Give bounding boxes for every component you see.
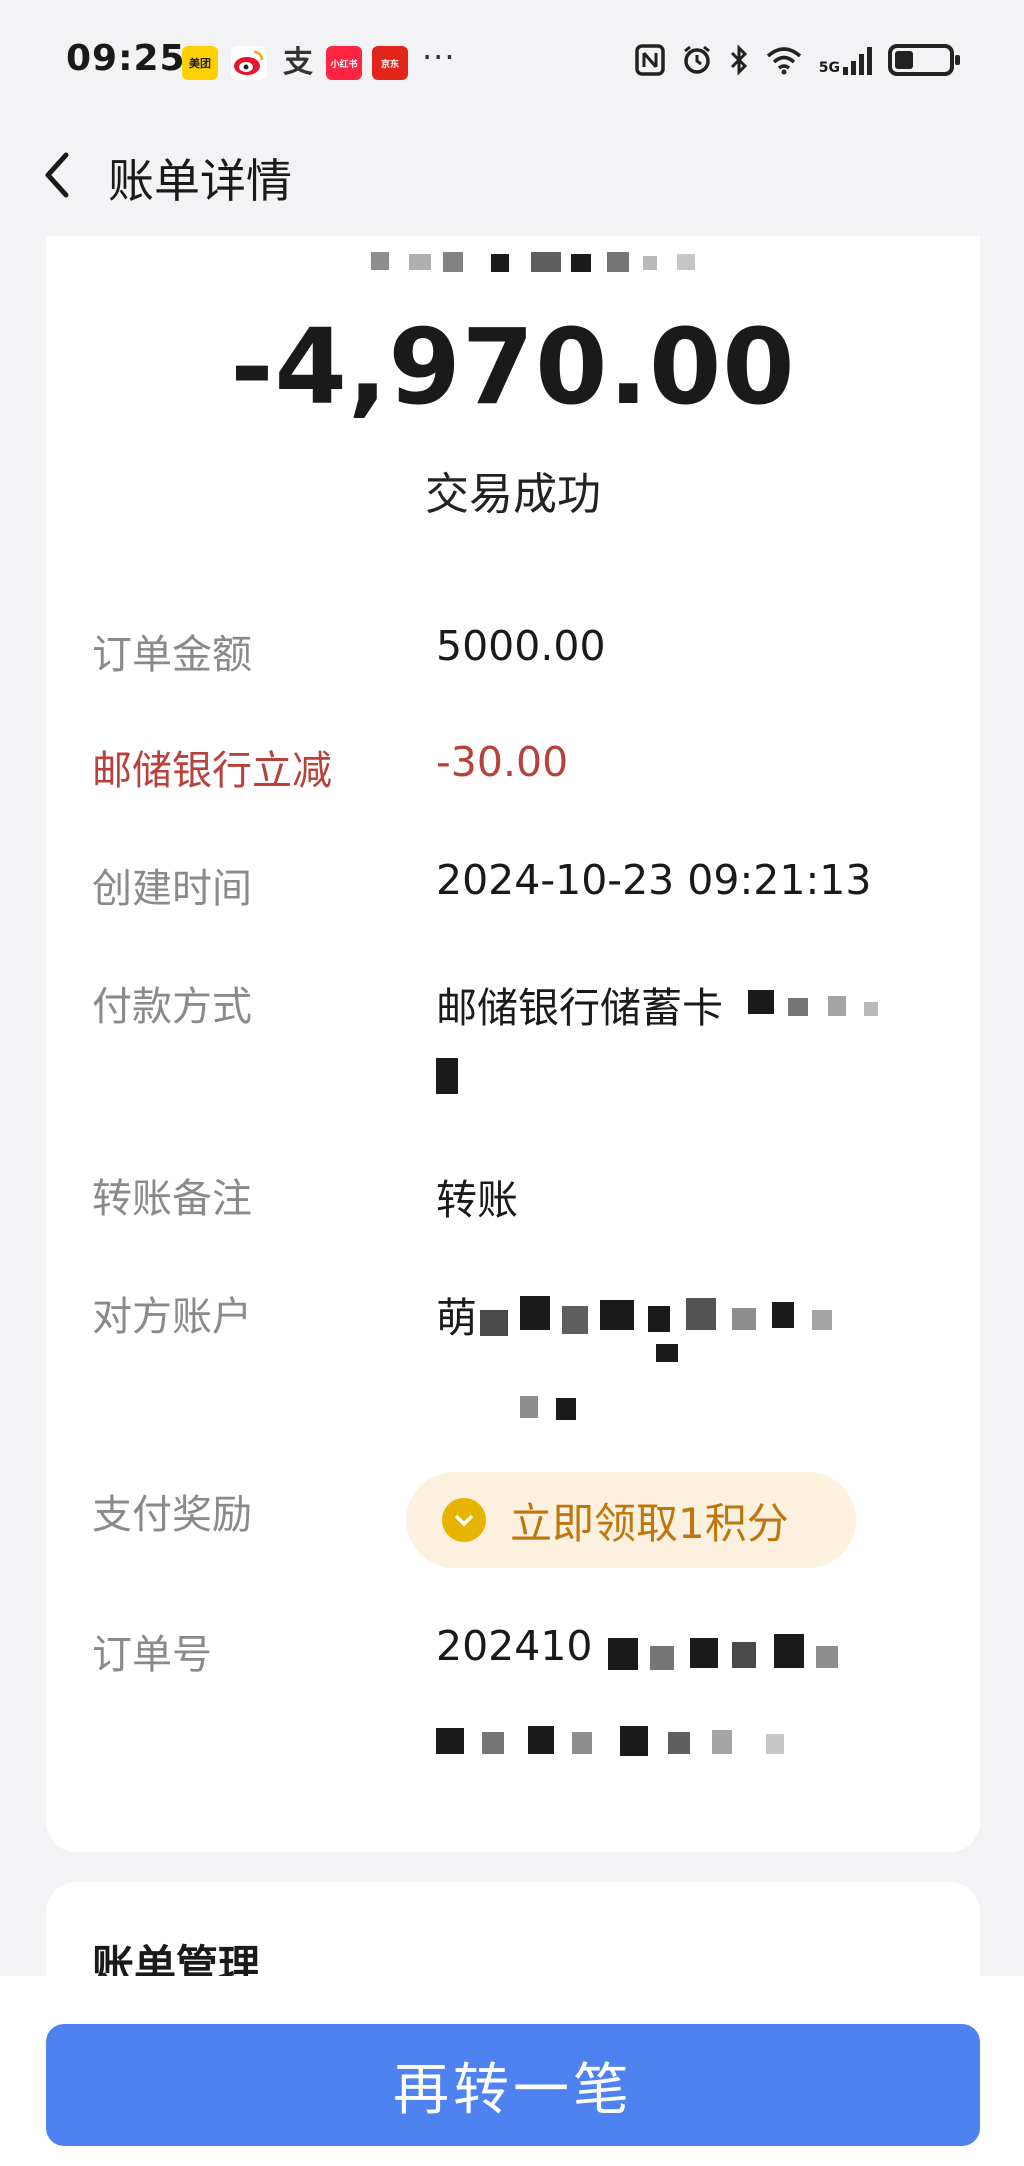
- pixelated-merchant-name: [371, 246, 751, 276]
- transfer-note-value: 转账: [436, 1176, 518, 1224]
- weibo-app-icon: [231, 46, 267, 80]
- bill-detail-page: 09:25 美团 支 小红书 京东 ··· 5G 账单详情 -4,970.00 …: [0, 0, 1024, 2166]
- transaction-amount: -4,970.00: [230, 306, 796, 428]
- battery-icon: [888, 44, 960, 76]
- status-bar: 09:25 美团 支 小红书 京东 ··· 5G: [0, 0, 1024, 125]
- bill-detail-card: -4,970.00 交易成功 订单金额 5000.00 邮储银行立减 -30.0…: [46, 236, 980, 1852]
- bluetooth-icon: [730, 44, 747, 76]
- bottom-action-bar: 再转一笔: [0, 1976, 1024, 2166]
- order-amount-label: 订单金额: [92, 632, 252, 678]
- alarm-icon: [683, 45, 710, 74]
- status-icons: 5G: [635, 44, 960, 76]
- created-time-value: 2024-10-23 09:21:13: [436, 856, 872, 904]
- created-time-label: 创建时间: [92, 866, 252, 912]
- order-number-label: 订单号: [92, 1632, 212, 1678]
- pixelated-counterparty-account: [436, 1286, 976, 1446]
- nav-header: 账单详情: [0, 125, 1024, 225]
- alipay-app-icon: 支: [283, 45, 313, 80]
- repeat-transfer-button[interactable]: 再转一笔: [46, 2024, 980, 2146]
- cellular-signal-icon: 5G: [819, 45, 872, 75]
- network-type: 5G: [818, 60, 840, 76]
- claim-points-button[interactable]: 立即领取1积分: [406, 1472, 856, 1568]
- page-title: 账单详情: [108, 154, 292, 208]
- more-notifications-icon: ···: [422, 38, 456, 76]
- meituan-app-icon: 美团: [182, 46, 218, 80]
- payment-reward-label: 支付奖励: [92, 1492, 252, 1538]
- nfc-icon: [635, 44, 665, 76]
- order-amount-value: 5000.00: [436, 622, 606, 670]
- pixelated-order-number: [436, 1624, 976, 1774]
- coin-chevron-icon: [442, 1498, 486, 1542]
- wifi-icon: [766, 47, 801, 75]
- pixelated-card-number: [436, 980, 996, 1100]
- claim-points-label: 立即领取1积分: [510, 1498, 789, 1548]
- transfer-note-label: 转账备注: [92, 1176, 252, 1222]
- transaction-status: 交易成功: [425, 469, 601, 520]
- payment-method-label: 付款方式: [92, 984, 252, 1030]
- status-time: 09:25: [66, 38, 186, 79]
- xiaohongshu-app-icon: 小红书: [326, 46, 362, 80]
- back-arrow-icon[interactable]: [36, 147, 84, 203]
- discount-label: 邮储银行立减: [92, 748, 332, 794]
- counterparty-account-label: 对方账户: [92, 1294, 252, 1340]
- discount-value: -30.00: [436, 738, 569, 786]
- jd-app-icon: 京东: [372, 46, 408, 80]
